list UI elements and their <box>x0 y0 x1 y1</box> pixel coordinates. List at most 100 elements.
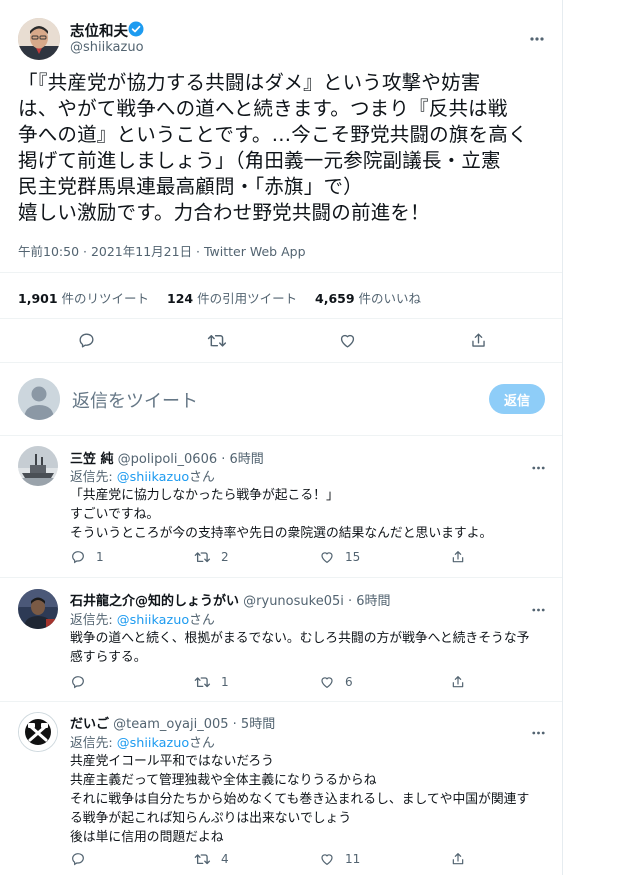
reply-to-label: 返信先: <box>70 736 117 751</box>
retweets-label: 件のリツイート <box>61 291 150 306</box>
tweet-text-line: 民主党群馬県連最高顧問・「赤旗」で） <box>18 175 363 198</box>
reply-header: 石井龍之介@知的しょうがい @ryunosuke05i · 6時間 <box>70 590 391 609</box>
like-count: 11 <box>345 852 361 866</box>
share-icon[interactable] <box>468 330 488 350</box>
reply-to-handle[interactable]: @shiikazuo <box>117 736 189 751</box>
reply-time[interactable]: · 6時間 <box>348 594 391 609</box>
divider <box>0 701 562 702</box>
reply-text: 共産党イコール平和ではないだろう 共産主義だって管理独裁や全体主義になりうるから… <box>70 752 529 847</box>
reply-text-line: 共産党イコール平和ではないだろう <box>70 754 274 769</box>
retweet-count: 1 <box>221 675 229 689</box>
verified-badge-icon <box>128 21 144 41</box>
reply-author-handle[interactable]: @team_oyaji_005 <box>113 717 228 732</box>
likes-stat[interactable]: 4,659 件のいいね <box>315 288 421 307</box>
reply-action-reply[interactable] <box>70 674 96 690</box>
like-icon <box>321 854 333 866</box>
reply-to-handle[interactable]: @shiikazuo <box>117 613 189 628</box>
like-count: 6 <box>345 675 353 689</box>
retweets-stat[interactable]: 1,901 件のリツイート <box>18 288 149 307</box>
reply-author-name[interactable]: 三笠 純 <box>70 452 114 467</box>
reply-author-name[interactable]: だいご <box>70 717 109 732</box>
reply-icon <box>72 853 84 866</box>
retweets-count: 1,901 <box>18 291 58 306</box>
reply-header: 三笠 純 @polipoli_0606 · 6時間 <box>70 448 264 467</box>
reply-icon <box>72 551 84 564</box>
reply-to-label: 返信先: <box>70 470 117 485</box>
reply-text-line: 後は単に信用の問題だよね <box>70 830 224 845</box>
reply-text-line: すごいですね。 <box>70 507 160 522</box>
reply-to-suffix: さん <box>189 736 215 751</box>
reply-action-like[interactable]: 15 <box>319 549 360 565</box>
retweet-count: 4 <box>221 852 229 866</box>
reply-to-handle[interactable]: @shiikazuo <box>117 470 189 485</box>
reply-action-share[interactable] <box>450 674 466 690</box>
quotes-stat[interactable]: 124 件の引用ツイート <box>167 288 297 307</box>
retweet-icon[interactable] <box>205 330 227 350</box>
reply-text-line: それに戦争は自分たちから始めなくても巻き込まれるし、ましてや中国が関連す <box>70 792 530 807</box>
reply-avatar[interactable] <box>18 712 58 752</box>
reply-icon[interactable] <box>76 330 96 350</box>
share-icon <box>452 551 464 563</box>
reply-text-line: 戦争の道へと続く、根拠がまるでない。むしろ共闘の方が戦争へと続きそうな予 <box>70 631 530 646</box>
author-name[interactable]: 志位和夫 <box>70 20 128 41</box>
reply-author-handle[interactable]: @polipoli_0606 <box>118 452 217 467</box>
reply-time[interactable]: · 6時間 <box>221 452 264 467</box>
reply-action-like[interactable]: 6 <box>319 674 353 690</box>
reply-action-retweet[interactable]: 4 <box>193 851 229 867</box>
reply-to-label: 返信先: <box>70 613 117 628</box>
reply-text-line: 感すらする。 <box>70 650 147 665</box>
tweet-text-line: は、やがて戦争への道へと続きます。つまり『反共は戦 <box>18 97 508 120</box>
tweet-text: 「『共産党が協力する共闘はダメ』という攻撃や妨害 は、やがて戦争への道へと続きま… <box>18 70 528 226</box>
tweet-text-line: 争への道』ということです。…今こそ野党共闘の旗を高く <box>18 123 528 146</box>
retweet-icon <box>194 677 211 688</box>
quotes-label: 件の引用ツイート <box>197 291 298 306</box>
divider <box>0 272 562 273</box>
tweet-timestamp[interactable]: 午前10:50 · 2021年11月21日 · Twitter Web App <box>18 241 306 260</box>
reply-author-handle[interactable]: @ryunosuke05i <box>243 594 344 609</box>
more-options-icon[interactable] <box>532 597 545 616</box>
reply-submit-button[interactable]: 返信 <box>489 384 545 414</box>
reply-text-line: 「共産党に協力しなかったら戦争が起こる！」 <box>70 488 339 503</box>
reply-action-like[interactable]: 11 <box>319 851 360 867</box>
reply-to-line: 返信先: @shiikazuoさん <box>70 609 215 628</box>
likes-label: 件のいいね <box>358 291 422 306</box>
tweet-thread: 志位和夫 @shiikazuo 「『共産党が協力する共闘はダメ』という攻撃や妨害… <box>0 0 563 875</box>
divider <box>0 318 562 319</box>
reply-text: 「共産党に協力しなかったら戦争が起こる！」 すごいですね。 そういうところが今の… <box>70 486 492 543</box>
reply-to-suffix: さん <box>189 613 215 628</box>
tweet-text-line: 掲げて前進しましょう」（角田義一元参院副議長・立憲 <box>18 149 501 172</box>
reply-action-retweet[interactable]: 1 <box>193 674 229 690</box>
likes-count: 4,659 <box>315 291 355 306</box>
share-icon <box>452 676 464 688</box>
reply-text-line: る戦争が起これば知らんぷりは出来ないでしょう <box>70 811 352 826</box>
reply-text-line: 共産主義だって管理独裁や全体主義になりうるからね <box>70 773 377 788</box>
reply-compose-input[interactable]: 返信をツイート <box>72 387 198 413</box>
reply-author-name[interactable]: 石井龍之介@知的しょうがい <box>70 594 239 609</box>
reply-avatar[interactable] <box>18 446 58 486</box>
retweet-icon <box>194 854 211 865</box>
author-avatar[interactable] <box>18 18 60 60</box>
more-options-icon[interactable] <box>530 26 544 45</box>
reply-action-share[interactable] <box>450 851 466 867</box>
reply-count: 1 <box>96 550 104 564</box>
divider <box>0 577 562 578</box>
user-avatar[interactable] <box>18 378 60 420</box>
reply-avatar[interactable] <box>18 589 58 629</box>
reply-to-line: 返信先: @shiikazuoさん <box>70 732 215 751</box>
reply-time[interactable]: · 5時間 <box>233 717 276 732</box>
reply-action-reply[interactable]: 1 <box>70 549 104 565</box>
tweet-text-line: 嬉しい激励です。力合わせ野党共闘の前進を！ <box>18 201 430 224</box>
reply-icon <box>72 676 84 689</box>
like-icon[interactable] <box>337 330 357 350</box>
reply-action-reply[interactable] <box>70 851 96 867</box>
tweet-text-line: 「『共産党が協力する共闘はダメ』という攻撃や妨害 <box>18 71 481 94</box>
divider <box>0 435 562 436</box>
divider <box>0 362 562 363</box>
author-handle[interactable]: @shiikazuo <box>70 40 144 55</box>
reply-to-suffix: さん <box>189 470 215 485</box>
reply-header: だいご @team_oyaji_005 · 5時間 <box>70 713 275 732</box>
more-options-icon[interactable] <box>532 720 545 739</box>
more-options-icon[interactable] <box>532 455 545 474</box>
reply-action-share[interactable] <box>450 549 466 565</box>
reply-action-retweet[interactable]: 2 <box>193 549 229 565</box>
